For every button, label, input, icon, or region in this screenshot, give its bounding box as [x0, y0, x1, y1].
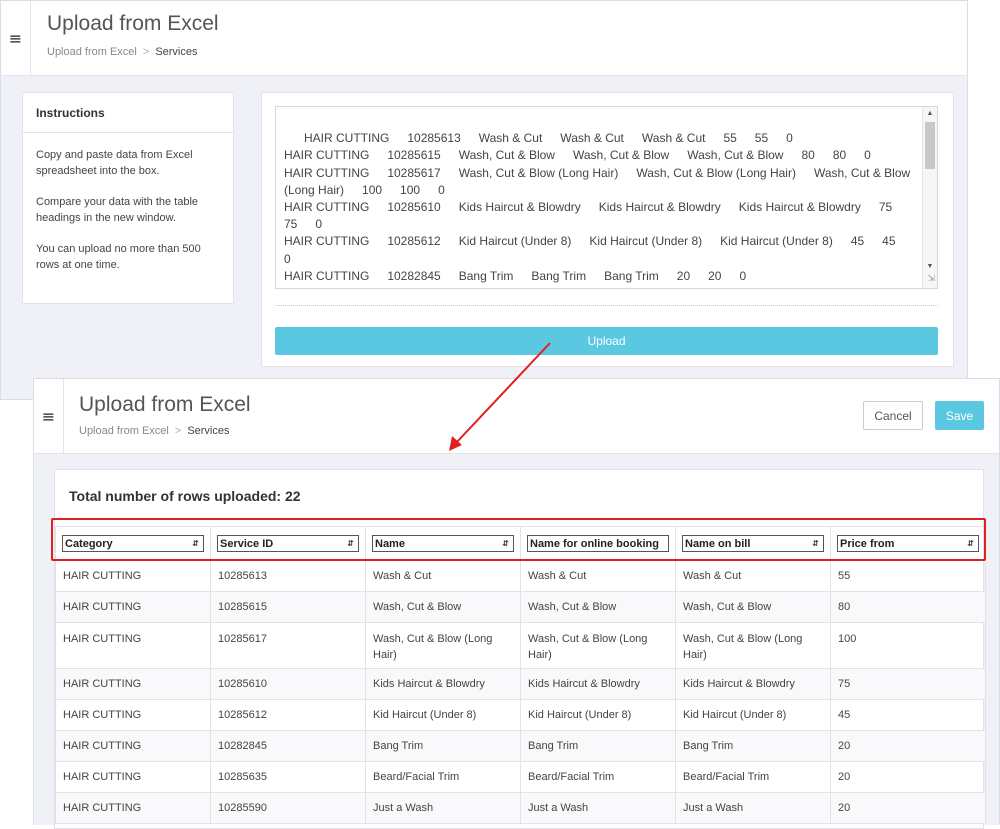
- instructions-heading: Instructions: [23, 93, 233, 133]
- breadcrumb-parent[interactable]: Upload from Excel: [79, 425, 169, 437]
- table-cell: HAIR CUTTING: [55, 591, 211, 623]
- breadcrumb-parent[interactable]: Upload from Excel: [47, 46, 137, 58]
- table-cell: 10285590: [210, 792, 366, 824]
- table-cell: 20: [830, 761, 986, 793]
- table-cell: 20: [830, 792, 986, 824]
- table-cell: 10285617: [210, 622, 366, 669]
- table-cell: HAIR CUTTING: [55, 622, 211, 669]
- divider: [275, 305, 938, 306]
- textarea-scrollbar[interactable]: ▲ ▼: [922, 107, 937, 288]
- table-cell: Bang Trim: [365, 730, 521, 762]
- table-cell: 10285615: [210, 591, 366, 623]
- table-cell: 10282845: [210, 730, 366, 762]
- instructions-panel: Instructions Copy and paste data from Ex…: [22, 92, 234, 304]
- table-cell: Bang Trim: [675, 730, 831, 762]
- scrollbar-thumb[interactable]: [925, 122, 935, 169]
- back-window: ≡ Upload from Excel Upload from Excel > Se…: [0, 0, 968, 400]
- table-cell: Just a Wash: [520, 792, 676, 824]
- table-cell: Kids Haircut & Blowdry: [365, 668, 521, 700]
- table-cell: HAIR CUTTING: [55, 560, 211, 592]
- table-cell: 10285613: [210, 560, 366, 592]
- table-cell: Beard/Facial Trim: [365, 761, 521, 793]
- table-cell: 20: [830, 730, 986, 762]
- table-cell: Kids Haircut & Blowdry: [520, 668, 676, 700]
- table-cell: Wash & Cut: [675, 560, 831, 592]
- hamburger-menu-icon[interactable]: ≡: [34, 379, 64, 453]
- scroll-up-icon[interactable]: ▲: [923, 107, 937, 121]
- table-cell: Beard/Facial Trim: [675, 761, 831, 793]
- breadcrumb-current: Services: [155, 46, 198, 58]
- table-cell: Bang Trim: [520, 730, 676, 762]
- instructions-text: Compare your data with the table heading…: [36, 196, 199, 224]
- breadcrumb: Upload from Excel > Services: [47, 46, 198, 58]
- table-cell: HAIR CUTTING: [55, 699, 211, 731]
- table-cell: Kid Haircut (Under 8): [675, 699, 831, 731]
- table-cell: 75: [830, 668, 986, 700]
- table-cell: 10285612: [210, 699, 366, 731]
- table-row: HAIR CUTTING 10285613 Wash & Cut Wash & Cut…: [55, 560, 986, 592]
- resize-handle-icon[interactable]: ⇲: [927, 270, 935, 287]
- breadcrumb-current: Services: [187, 425, 230, 437]
- table-cell: 10285610: [210, 668, 366, 700]
- instructions-text: You can upload no more than 500 rows at …: [36, 243, 201, 271]
- paste-textarea[interactable]: HAIR CUTTING 10285613 Wash & Cut Wash & …: [275, 106, 938, 289]
- table-cell: Wash, Cut & Blow (Long Hair): [365, 622, 521, 669]
- breadcrumb-separator: >: [174, 425, 182, 437]
- table-cell: Wash & Cut: [365, 560, 521, 592]
- table-cell: HAIR CUTTING: [55, 668, 211, 700]
- save-button[interactable]: Save: [935, 401, 984, 430]
- upload-button[interactable]: Upload: [275, 327, 938, 355]
- table-row: HAIR CUTTING 10285615 Wash, Cut & Blow Wash…: [55, 591, 986, 623]
- table-cell: 100: [830, 622, 986, 669]
- table-cell: Just a Wash: [365, 792, 521, 824]
- table-cell: Beard/Facial Trim: [520, 761, 676, 793]
- rows-uploaded-count: Total number of rows uploaded: 22: [69, 488, 301, 504]
- table-cell: 80: [830, 591, 986, 623]
- table-cell: Wash, Cut & Blow: [365, 591, 521, 623]
- paste-textarea-content: HAIR CUTTING 10285613 Wash & Cut Wash & …: [284, 131, 911, 288]
- table-cell: Wash, Cut & Blow: [520, 591, 676, 623]
- table-row: HAIR CUTTING 10285610 Kids Haircut & Blowd…: [55, 668, 986, 700]
- table-cell: HAIR CUTTING: [55, 792, 211, 824]
- table-cell: 10285635: [210, 761, 366, 793]
- hamburger-menu-icon[interactable]: ≡: [1, 1, 31, 75]
- preview-table: Category ⇵ Service ID ⇵ Name ⇵ Name for onl…: [55, 526, 986, 824]
- table-row: HAIR CUTTING 10285635 Beard/Facial Trim Bea…: [55, 761, 986, 793]
- table-row: HAIR CUTTING 10285612 Kid Haircut (Under 8…: [55, 699, 986, 731]
- header-bar: ≡ Upload from Excel Upload from Excel > Se…: [34, 379, 999, 454]
- table-cell: 45: [830, 699, 986, 731]
- table-row: HAIR CUTTING 10285590 Just a Wash Just a Wa…: [55, 792, 986, 824]
- table-cell: Just a Wash: [675, 792, 831, 824]
- cancel-button[interactable]: Cancel: [863, 401, 923, 430]
- table-cell: Kid Haircut (Under 8): [365, 699, 521, 731]
- page-title: Upload from Excel: [47, 12, 219, 35]
- table-cell: HAIR CUTTING: [55, 761, 211, 793]
- table-row: HAIR CUTTING 10285617 Wash, Cut & Blow (Lo…: [55, 622, 986, 669]
- page-title: Upload from Excel: [79, 393, 251, 416]
- table-cell: Wash, Cut & Blow (Long Hair): [675, 622, 831, 669]
- breadcrumb: Upload from Excel > Services: [79, 425, 230, 437]
- table-cell: Wash, Cut & Blow (Long Hair): [520, 622, 676, 669]
- highlight-box: [51, 518, 986, 561]
- paste-panel: HAIR CUTTING 10285613 Wash & Cut Wash & …: [261, 92, 954, 367]
- table-row: HAIR CUTTING 10282845 Bang Trim Bang Trim Ba…: [55, 730, 986, 762]
- table-cell: Wash, Cut & Blow: [675, 591, 831, 623]
- breadcrumb-separator: >: [142, 46, 150, 58]
- instructions-text: Copy and paste data from Excel spreadshe…: [36, 149, 193, 177]
- table-cell: Kid Haircut (Under 8): [520, 699, 676, 731]
- front-window: ≡ Upload from Excel Upload from Excel > Se…: [33, 378, 1000, 829]
- table-cell: HAIR CUTTING: [55, 730, 211, 762]
- table-cell: Kids Haircut & Blowdry: [675, 668, 831, 700]
- table-cell: Wash & Cut: [520, 560, 676, 592]
- table-cell: 55: [830, 560, 986, 592]
- header-bar: ≡ Upload from Excel Upload from Excel > Se…: [1, 1, 967, 76]
